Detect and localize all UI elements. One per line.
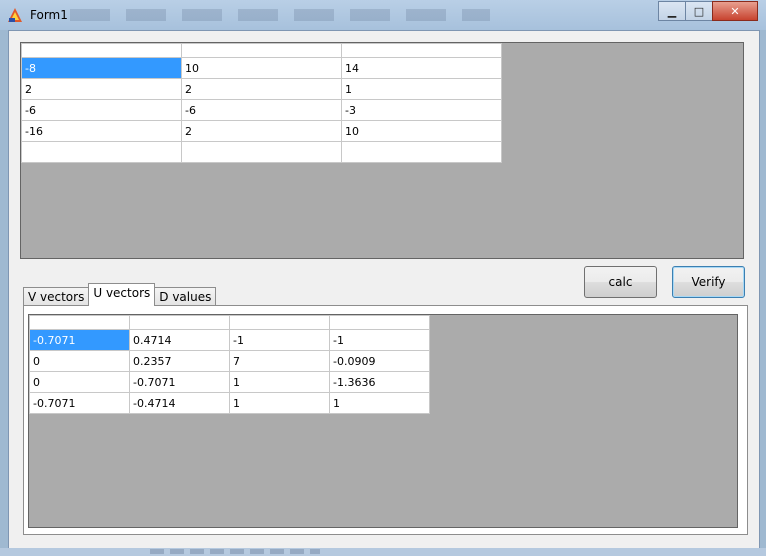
grid-cell[interactable]: 0 — [29, 350, 130, 372]
background-text-ghost — [150, 549, 320, 554]
grid-cell[interactable]: -3 — [341, 99, 502, 121]
calc-button[interactable]: calc — [584, 266, 657, 298]
window-title: Form1 — [30, 8, 68, 22]
u-vectors-grid[interactable]: -0.7071 0.4714 -1 -1 0 0.2357 7 -0.0909 … — [28, 314, 738, 528]
tab-v-vectors[interactable]: V vectors — [23, 287, 90, 306]
grid-cell[interactable]: 7 — [229, 350, 330, 372]
grid-cell[interactable]: -1.3636 — [329, 371, 430, 393]
grid-cell[interactable]: -0.7071 — [129, 371, 230, 393]
title-bar[interactable]: Form1 ▁ □ ✕ — [0, 0, 766, 30]
column-header-row[interactable] — [21, 43, 502, 58]
tab-d-values[interactable]: D values — [154, 287, 217, 306]
grid-cell[interactable]: 1 — [329, 392, 430, 414]
grid-cell[interactable]: -0.7071 — [29, 392, 130, 414]
grid-cell[interactable]: 1 — [341, 78, 502, 100]
maximize-button[interactable]: □ — [685, 1, 713, 21]
column-header[interactable] — [129, 315, 230, 330]
tab-panel-u-vectors: -0.7071 0.4714 -1 -1 0 0.2357 7 -0.0909 … — [23, 305, 748, 535]
grid-cell[interactable]: -0.4714 — [129, 392, 230, 414]
grid-cell[interactable]: -6 — [181, 99, 342, 121]
column-header-row[interactable] — [29, 315, 430, 330]
background-menu-ghost — [70, 9, 490, 21]
table-row[interactable]: -8 10 14 — [21, 57, 502, 79]
grid-cell[interactable]: 0.2357 — [129, 350, 230, 372]
close-button[interactable]: ✕ — [712, 1, 758, 21]
verify-button[interactable]: Verify — [672, 266, 745, 298]
grid-cell[interactable]: 2 — [181, 120, 342, 142]
close-icon: ✕ — [730, 4, 740, 18]
input-matrix-grid[interactable]: -8 10 14 2 2 1 -6 -6 -3 -16 2 10 — [20, 42, 744, 259]
table-row[interactable]: -0.7071 0.4714 -1 -1 — [29, 329, 430, 351]
table-row[interactable]: -0.7071 -0.4714 1 1 — [29, 392, 430, 414]
maximize-icon: □ — [693, 4, 705, 18]
grid-cell[interactable]: 2 — [21, 78, 182, 100]
grid-cell[interactable] — [181, 141, 342, 163]
grid-cell[interactable]: 0 — [29, 371, 130, 393]
column-header[interactable] — [29, 315, 130, 330]
minimize-button[interactable]: ▁ — [658, 1, 686, 21]
column-header[interactable] — [329, 315, 430, 330]
app-icon — [8, 8, 22, 22]
grid-cell[interactable]: -8 — [21, 57, 182, 79]
grid-cell[interactable]: -0.0909 — [329, 350, 430, 372]
grid-cell[interactable]: 0.4714 — [129, 329, 230, 351]
column-header[interactable] — [21, 43, 182, 58]
table-row[interactable]: 2 2 1 — [21, 78, 502, 100]
table-row[interactable]: 0 -0.7071 1 -1.3636 — [29, 371, 430, 393]
grid-cell[interactable] — [341, 141, 502, 163]
grid-cell[interactable]: 14 — [341, 57, 502, 79]
grid-cell[interactable] — [21, 141, 182, 163]
grid-cell[interactable]: 2 — [181, 78, 342, 100]
minimize-icon: ▁ — [667, 4, 677, 18]
grid-cell[interactable]: -1 — [329, 329, 430, 351]
u-vectors-table: -0.7071 0.4714 -1 -1 0 0.2357 7 -0.0909 … — [29, 315, 430, 414]
taskbar-strip — [0, 548, 766, 556]
table-row[interactable]: 0 0.2357 7 -0.0909 — [29, 350, 430, 372]
tab-u-vectors[interactable]: U vectors — [88, 283, 156, 306]
grid-cell[interactable]: -0.7071 — [29, 329, 130, 351]
grid-cell[interactable]: -6 — [21, 99, 182, 121]
column-header[interactable] — [181, 43, 342, 58]
table-row[interactable]: -16 2 10 — [21, 120, 502, 142]
column-header[interactable] — [229, 315, 330, 330]
grid-cell[interactable]: 1 — [229, 371, 330, 393]
form-client-area: -8 10 14 2 2 1 -6 -6 -3 -16 2 10 calc Ve… — [8, 30, 760, 550]
grid-cell[interactable]: -16 — [21, 120, 182, 142]
grid-cell[interactable]: 10 — [341, 120, 502, 142]
new-row[interactable] — [21, 141, 502, 163]
grid-cell[interactable]: 1 — [229, 392, 330, 414]
result-tabs: V vectors U vectors D values — [23, 283, 217, 306]
grid-cell[interactable]: 10 — [181, 57, 342, 79]
grid-cell[interactable]: -1 — [229, 329, 330, 351]
column-header[interactable] — [341, 43, 502, 58]
input-matrix-table: -8 10 14 2 2 1 -6 -6 -3 -16 2 10 — [21, 43, 502, 163]
table-row[interactable]: -6 -6 -3 — [21, 99, 502, 121]
